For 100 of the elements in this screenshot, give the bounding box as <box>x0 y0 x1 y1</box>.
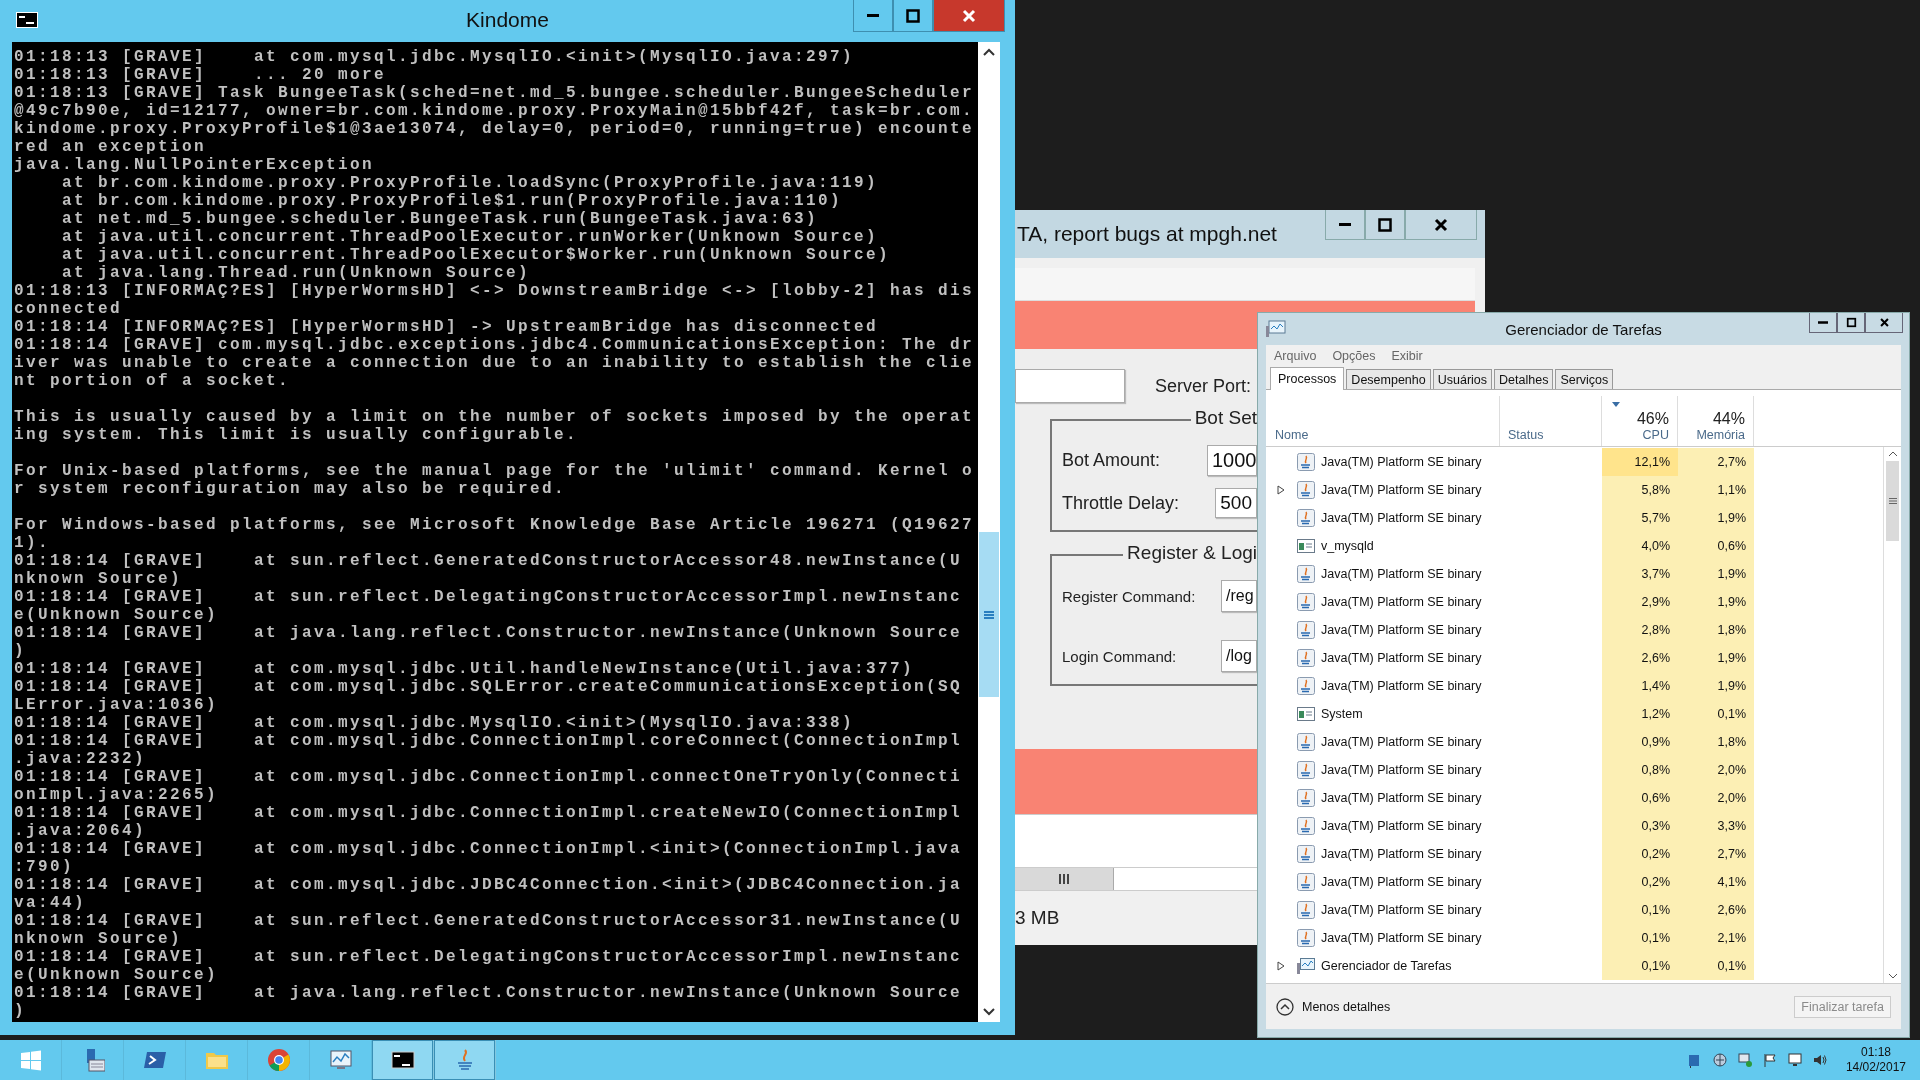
minimize-icon <box>1818 321 1828 324</box>
process-name[interactable]: System <box>1321 707 1363 721</box>
column-header[interactable]: Status <box>1508 428 1593 442</box>
window-title: Kindome <box>466 8 549 32</box>
scrollbar[interactable] <box>1883 447 1901 983</box>
window-title: TA, report bugs at mpgh.net <box>1017 222 1277 246</box>
column-header[interactable]: Nome <box>1275 428 1491 442</box>
server-field[interactable] <box>1015 369 1125 403</box>
console-line: at net.md_5.bungee.scheduler.BungeeTask.run(BungeeTask.java:63) <box>61 210 820 228</box>
process-name[interactable]: Java(TM) Platform SE binary <box>1321 483 1482 497</box>
process-name[interactable]: Java(TM) Platform SE binary <box>1321 567 1482 581</box>
maximize-icon <box>1377 216 1393 233</box>
input-field[interactable]: 500 <box>1215 488 1257 518</box>
tab[interactable]: Desempenho <box>1346 369 1431 389</box>
console-line: 01:18:13 [GRAVE] ... 20 more <box>14 66 388 84</box>
process-name[interactable]: Java(TM) Platform SE binary <box>1321 875 1482 889</box>
tab[interactable]: Detalhes <box>1494 369 1554 389</box>
clock-time[interactable]: 01:18 <box>1860 1045 1891 1060</box>
close-button[interactable] <box>1865 313 1903 333</box>
cpu-cell: 3,7% <box>1602 560 1678 588</box>
close-icon <box>1433 216 1449 233</box>
process-name[interactable]: Java(TM) Platform SE binary <box>1321 931 1482 945</box>
field-label: Throttle Delay: <box>1062 492 1180 514</box>
minimize-icon <box>1339 223 1351 226</box>
java-app-icon <box>1297 565 1315 583</box>
memory-cell: 0,1% <box>1678 700 1754 728</box>
cpu-cell: 1,2% <box>1602 700 1678 728</box>
scroll-thumb[interactable] <box>979 532 999 697</box>
horizontal-scrollbar[interactable] <box>1015 867 1257 891</box>
taskbar-button[interactable] <box>372 1040 434 1080</box>
cpu-cell: 0,2% <box>1602 868 1678 896</box>
menu-item[interactable]: Arquivo <box>1274 349 1317 363</box>
process-name[interactable]: Java(TM) Platform SE binary <box>1321 903 1482 917</box>
cpu-cell: 0,3% <box>1602 812 1678 840</box>
column-header[interactable]: CPU <box>1642 428 1669 442</box>
process-name[interactable]: Java(TM) Platform SE binary <box>1321 819 1482 833</box>
maximize-button[interactable] <box>1837 313 1865 333</box>
menu-item[interactable]: Opções <box>1332 349 1376 363</box>
java-app-icon <box>1297 677 1315 695</box>
maximize-icon <box>905 7 921 24</box>
console-line: 01:18:14 [GRAVE] at sun.reflect.GeneratedConstructorAccessor31.newInstance(U <box>14 912 964 930</box>
process-name[interactable]: Java(TM) Platform SE binary <box>1321 595 1482 609</box>
memory-cell: 2,1% <box>1678 924 1754 952</box>
tab[interactable]: Usuários <box>1432 369 1493 389</box>
process-name[interactable]: v_mysqld <box>1321 539 1374 553</box>
scroll-thumb[interactable] <box>1015 868 1114 890</box>
memory-cell: 3,3% <box>1678 812 1754 840</box>
memory-cell: 1,9% <box>1678 560 1754 588</box>
less-details-button[interactable]: Menos detalhes <box>1276 997 1391 1016</box>
process-name[interactable]: Java(TM) Platform SE binary <box>1321 735 1482 749</box>
tab[interactable]: Serviços <box>1555 369 1614 389</box>
console-line: red an exception <box>14 138 208 156</box>
memory-cell: 1,9% <box>1678 504 1754 532</box>
process-name[interactable]: Java(TM) Platform SE binary <box>1321 847 1482 861</box>
browser-icon <box>266 1048 291 1072</box>
process-name[interactable]: Java(TM) Platform SE binary <box>1321 763 1482 777</box>
input-field[interactable]: /log <box>1221 640 1257 672</box>
minimize-button[interactable] <box>1809 313 1837 333</box>
memory-cell: 4,1% <box>1678 868 1754 896</box>
process-name[interactable]: Gerenciador de Tarefas <box>1321 959 1452 973</box>
clock-date[interactable]: 14/02/2017 <box>1845 1060 1906 1075</box>
maximize-button[interactable] <box>893 0 933 32</box>
process-name[interactable]: Java(TM) Platform SE binary <box>1321 455 1482 469</box>
console-line: at br.com.kindome.proxy.ProxyProfile$1.run(ProxyProfile.java:110) <box>61 192 844 210</box>
scroll-thumb[interactable] <box>1886 461 1899 541</box>
menu-item[interactable]: Exibir <box>1391 349 1423 363</box>
process-name[interactable]: Java(TM) Platform SE binary <box>1321 679 1482 693</box>
column-header[interactable]: Memória <box>1696 428 1745 442</box>
cpu-cell: 0,1% <box>1602 952 1678 980</box>
process-name[interactable]: Java(TM) Platform SE binary <box>1321 791 1482 805</box>
close-icon <box>1878 317 1890 328</box>
input-field[interactable]: /reg <box>1221 580 1257 612</box>
minimize-button[interactable] <box>1325 210 1365 240</box>
close-button[interactable] <box>1405 210 1477 240</box>
tab[interactable]: Processos <box>1270 367 1345 390</box>
input-field[interactable]: 1000 <box>1207 445 1257 476</box>
process-name[interactable]: Java(TM) Platform SE binary <box>1321 623 1482 637</box>
console-line: iver was unable to create a connection due to an inability to establish the clie <box>14 354 976 372</box>
console-line: 01:18:14 [GRAVE] at com.mysql.jdbc.ConnectionImpl.connectOneTryOnly(Connecti <box>14 768 964 786</box>
console-line: onImpl.java:2265) <box>14 786 220 804</box>
minimize-button[interactable] <box>853 0 893 32</box>
process-name[interactable]: Java(TM) Platform SE binary <box>1321 651 1482 665</box>
memory-cell: 1,9% <box>1678 672 1754 700</box>
console-line: 01:18:14 [GRAVE] at com.mysql.jdbc.SQLError.createCommunicationsException(SQ <box>14 678 964 696</box>
scrollbar[interactable] <box>978 42 1000 1022</box>
window-title: Gerenciador de Tarefas <box>1505 321 1662 338</box>
console-line: 01:18:14 [GRAVE] at java.lang.reflect.Constructor.newInstance(Unknown Source <box>14 624 964 642</box>
java-app-icon <box>1297 789 1315 807</box>
java-app-icon <box>1297 929 1315 947</box>
memory-cell: 2,7% <box>1678 840 1754 868</box>
cpu-cell: 5,8% <box>1602 476 1678 504</box>
console-line: e(Unknown Source) <box>14 966 220 984</box>
java-app-icon <box>1297 649 1315 667</box>
console-line: r system reconfiguration may also be required. <box>14 480 568 498</box>
memory-cell: 0,1% <box>1678 952 1754 980</box>
console-line: LError.java:1036) <box>14 696 220 714</box>
process-name[interactable]: Java(TM) Platform SE binary <box>1321 511 1482 525</box>
memory-cell: 1,1% <box>1678 476 1754 504</box>
java-app-icon <box>1297 733 1315 751</box>
maximize-button[interactable] <box>1365 210 1405 240</box>
